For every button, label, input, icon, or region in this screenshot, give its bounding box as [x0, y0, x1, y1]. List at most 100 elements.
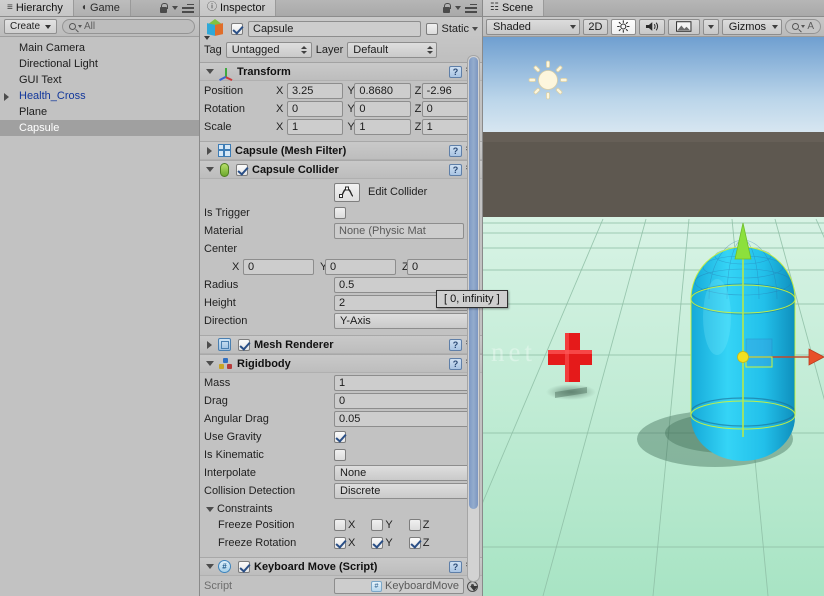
foldout-toggle[interactable]	[205, 340, 214, 349]
hierarchy-item-capsule[interactable]: Capsule	[0, 120, 199, 136]
mass-input[interactable]: 1	[334, 375, 478, 391]
angular-drag-input[interactable]: 0.05	[334, 411, 478, 427]
lighting-toggle-button[interactable]	[611, 18, 636, 35]
use-gravity-checkbox[interactable]	[334, 431, 346, 443]
mesh-renderer-header[interactable]: Mesh Renderer ?	[200, 336, 482, 354]
lock-icon[interactable]	[442, 3, 451, 13]
rigidbody-header[interactable]: Rigidbody ?	[200, 355, 482, 373]
mesh-renderer-enabled-checkbox[interactable]	[238, 338, 250, 351]
hierarchy-item-plane[interactable]: Plane	[0, 104, 199, 120]
hierarchy-search-input[interactable]: All	[62, 19, 195, 34]
create-button[interactable]: Create	[4, 19, 58, 34]
material-object-field[interactable]: None (Physic Mat	[334, 223, 464, 239]
gizmos-dropdown[interactable]: Gizmos	[721, 18, 783, 35]
tab-inspector[interactable]: ⓘ Inspector	[200, 0, 277, 16]
help-icon[interactable]: ?	[449, 163, 462, 176]
transform-header[interactable]: Transform ?	[200, 63, 482, 81]
freeze-rotation-x-checkbox[interactable]	[334, 537, 346, 549]
shading-mode-dropdown[interactable]: Shaded	[486, 18, 580, 35]
freeze-position-z[interactable]: Z	[408, 519, 429, 531]
hierarchy-item-gui-text[interactable]: GUI Text	[0, 72, 199, 88]
freeze-rotation-z[interactable]: Z	[408, 537, 429, 549]
constraints-foldout[interactable]: Constraints	[204, 501, 478, 517]
freeze-rotation-y-checkbox[interactable]	[371, 537, 384, 549]
foldout-toggle[interactable]	[205, 361, 214, 366]
is-trigger-checkbox[interactable]	[334, 207, 346, 219]
foldout-toggle[interactable]	[205, 167, 214, 172]
freeze-rotation-x[interactable]: X	[334, 537, 355, 549]
position-x-input[interactable]: 3.25	[287, 83, 344, 99]
foldout-toggle[interactable]	[205, 69, 214, 74]
rotation-y-input[interactable]: 0	[354, 101, 411, 117]
direction-dropdown[interactable]: Y-Axis	[334, 313, 478, 329]
layer-dropdown[interactable]: Default	[347, 42, 438, 58]
chevron-down-icon[interactable]	[455, 6, 461, 10]
drag-value: 0	[339, 395, 346, 407]
freeze-position-z-checkbox[interactable]	[408, 519, 421, 531]
foldout-toggle[interactable]	[205, 564, 214, 569]
inspector-scrollbar[interactable]	[467, 55, 480, 591]
help-icon[interactable]: ?	[449, 560, 462, 573]
expand-arrow-icon[interactable]	[4, 93, 9, 101]
freeze-rotation-y[interactable]: Y	[371, 537, 393, 549]
tab-hierarchy[interactable]: ≡ Hierarchy	[0, 0, 74, 16]
tag-dropdown[interactable]: Untagged	[225, 42, 312, 58]
collision-detection-dropdown[interactable]: Discrete	[334, 483, 478, 499]
script-object-field[interactable]: # KeyboardMove	[334, 578, 464, 594]
mesh-filter-header[interactable]: Capsule (Mesh Filter) ?	[200, 142, 482, 160]
axis-y-label: Y	[347, 121, 355, 133]
object-name-input[interactable]: Capsule	[248, 21, 422, 37]
chevron-down-icon[interactable]	[472, 27, 478, 31]
direction-value: Y-Axis	[340, 315, 371, 327]
hamburger-menu-icon[interactable]	[465, 3, 477, 13]
effects-dropdown-button[interactable]	[702, 18, 719, 35]
keyboard-move-header[interactable]: # Keyboard Move (Script) ?	[200, 558, 482, 576]
hierarchy-item-health-cross[interactable]: Health_Cross	[0, 88, 199, 104]
effects-toggle-button[interactable]	[668, 18, 700, 35]
help-icon[interactable]: ?	[449, 338, 462, 351]
capsule-collider-enabled-checkbox[interactable]	[236, 163, 248, 176]
scene-search-input[interactable]: A	[785, 19, 821, 34]
static-toggle[interactable]: Static	[426, 23, 478, 35]
foldout-toggle[interactable]	[205, 146, 214, 155]
position-y-input[interactable]: 0.8680	[354, 83, 411, 99]
2d-toggle-button[interactable]: 2D	[582, 18, 609, 35]
lock-icon[interactable]	[159, 3, 168, 13]
freeze-rotation-z-checkbox[interactable]	[408, 537, 421, 549]
center-y-input[interactable]: 0	[325, 259, 396, 275]
chevron-down-icon[interactable]	[172, 6, 178, 10]
inspector-scrollbar-thumb[interactable]	[469, 57, 478, 509]
position-z-value: -2.96	[426, 85, 452, 97]
hamburger-menu-icon[interactable]	[182, 3, 194, 13]
tab-game[interactable]: ◖ Game	[73, 0, 131, 16]
help-icon[interactable]: ?	[449, 357, 462, 370]
freeze-position-x[interactable]: X	[334, 519, 355, 531]
rotation-x-input[interactable]: 0	[287, 101, 344, 117]
drag-input[interactable]: 0	[334, 393, 478, 409]
tag-value: Untagged	[231, 44, 280, 56]
help-icon[interactable]: ?	[449, 144, 462, 157]
interpolate-dropdown[interactable]: None	[334, 465, 478, 481]
freeze-position-x-checkbox[interactable]	[334, 519, 346, 531]
edit-collider-button[interactable]	[334, 182, 360, 202]
freeze-position-y-checkbox[interactable]	[371, 519, 384, 531]
help-icon[interactable]: ?	[449, 65, 462, 78]
scale-x-input[interactable]: 1	[287, 119, 344, 135]
rigidbody-body: Mass 1 Drag 0 Angular Drag 0.05 Use Grav…	[200, 373, 482, 557]
center-x-input[interactable]: 0	[243, 259, 314, 275]
scroll-down-button[interactable]	[469, 582, 478, 595]
freeze-position-y[interactable]: Y	[371, 519, 393, 531]
keyboard-move-enabled-checkbox[interactable]	[238, 560, 250, 573]
static-checkbox[interactable]	[426, 23, 439, 35]
scale-y-input[interactable]: 1	[354, 119, 411, 135]
capsule-collider-header[interactable]: Capsule Collider ?	[200, 161, 482, 179]
audio-toggle-button[interactable]	[638, 18, 666, 35]
axis-z-label: Z	[414, 121, 422, 133]
scene-viewport[interactable]: net	[483, 37, 824, 596]
hierarchy-item-main-camera[interactable]: Main Camera	[0, 40, 199, 56]
mass-row: Mass 1	[204, 375, 478, 391]
object-enabled-checkbox[interactable]	[231, 23, 243, 35]
tab-scene[interactable]: ☷ Scene	[483, 0, 545, 16]
is-kinematic-checkbox[interactable]	[334, 449, 346, 461]
hierarchy-item-directional-light[interactable]: Directional Light	[0, 56, 199, 72]
